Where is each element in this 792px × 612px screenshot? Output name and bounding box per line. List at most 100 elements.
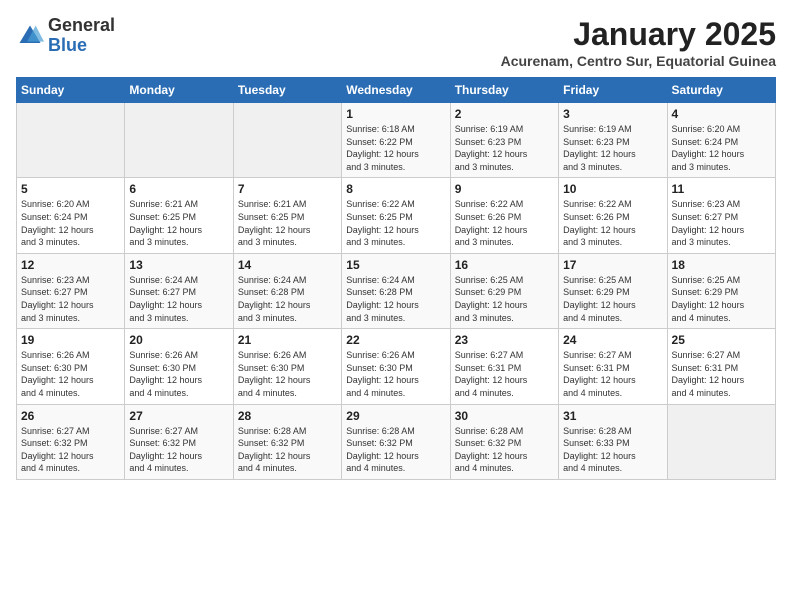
day-info: Sunrise: 6:19 AM Sunset: 6:23 PM Dayligh… — [455, 123, 554, 173]
day-info: Sunrise: 6:25 AM Sunset: 6:29 PM Dayligh… — [563, 274, 662, 324]
weekday-header-wednesday: Wednesday — [342, 78, 450, 103]
weekday-header-thursday: Thursday — [450, 78, 558, 103]
calendar-cell: 20 Sunrise: 6:26 AM Sunset: 6:30 PM Dayli… — [125, 329, 233, 404]
day-info: Sunrise: 6:19 AM Sunset: 6:23 PM Dayligh… — [563, 123, 662, 173]
day-number: 10 — [563, 182, 662, 196]
calendar-cell: 21 Sunrise: 6:26 AM Sunset: 6:30 PM Dayli… — [233, 329, 341, 404]
calendar-cell: 30 Sunrise: 6:28 AM Sunset: 6:32 PM Dayli… — [450, 404, 558, 479]
day-info: Sunrise: 6:28 AM Sunset: 6:32 PM Dayligh… — [238, 425, 337, 475]
day-info: Sunrise: 6:24 AM Sunset: 6:28 PM Dayligh… — [346, 274, 445, 324]
day-number: 17 — [563, 258, 662, 272]
day-number: 15 — [346, 258, 445, 272]
day-number: 9 — [455, 182, 554, 196]
day-info: Sunrise: 6:25 AM Sunset: 6:29 PM Dayligh… — [672, 274, 771, 324]
day-number: 30 — [455, 409, 554, 423]
day-info: Sunrise: 6:18 AM Sunset: 6:22 PM Dayligh… — [346, 123, 445, 173]
calendar-cell — [233, 103, 341, 178]
calendar-week-1: 1 Sunrise: 6:18 AM Sunset: 6:22 PM Daylig… — [17, 103, 776, 178]
day-number: 12 — [21, 258, 120, 272]
day-info: Sunrise: 6:27 AM Sunset: 6:32 PM Dayligh… — [21, 425, 120, 475]
day-number: 2 — [455, 107, 554, 121]
calendar-cell — [125, 103, 233, 178]
calendar-body: 1 Sunrise: 6:18 AM Sunset: 6:22 PM Daylig… — [17, 103, 776, 480]
calendar-cell: 31Sunrise: 6:28 AM Sunset: 6:33 PM Dayli… — [559, 404, 667, 479]
calendar-cell: 17 Sunrise: 6:25 AM Sunset: 6:29 PM Dayli… — [559, 253, 667, 328]
day-info: Sunrise: 6:28 AM Sunset: 6:32 PM Dayligh… — [455, 425, 554, 475]
calendar-cell: 1 Sunrise: 6:18 AM Sunset: 6:22 PM Daylig… — [342, 103, 450, 178]
calendar-cell — [17, 103, 125, 178]
day-info: Sunrise: 6:23 AM Sunset: 6:27 PM Dayligh… — [21, 274, 120, 324]
day-number: 5 — [21, 182, 120, 196]
day-info: Sunrise: 6:27 AM Sunset: 6:31 PM Dayligh… — [672, 349, 771, 399]
calendar-cell: 19 Sunrise: 6:26 AM Sunset: 6:30 PM Dayli… — [17, 329, 125, 404]
calendar-cell: 23Sunrise: 6:27 AM Sunset: 6:31 PM Dayli… — [450, 329, 558, 404]
page-header: General Blue January 2025 Acurenam, Cent… — [16, 16, 776, 69]
location-title: Acurenam, Centro Sur, Equatorial Guinea — [501, 53, 776, 69]
day-number: 6 — [129, 182, 228, 196]
day-info: Sunrise: 6:22 AM Sunset: 6:26 PM Dayligh… — [563, 198, 662, 248]
logo-icon — [16, 22, 44, 50]
calendar-cell: 24Sunrise: 6:27 AM Sunset: 6:31 PM Dayli… — [559, 329, 667, 404]
calendar-cell: 13Sunrise: 6:24 AM Sunset: 6:27 PM Dayli… — [125, 253, 233, 328]
calendar-cell: 6 Sunrise: 6:21 AM Sunset: 6:25 PM Daylig… — [125, 178, 233, 253]
weekday-header-monday: Monday — [125, 78, 233, 103]
calendar-cell: 27Sunrise: 6:27 AM Sunset: 6:32 PM Dayli… — [125, 404, 233, 479]
day-number: 21 — [238, 333, 337, 347]
calendar-cell: 15 Sunrise: 6:24 AM Sunset: 6:28 PM Dayli… — [342, 253, 450, 328]
day-number: 26 — [21, 409, 120, 423]
logo: General Blue — [16, 16, 115, 56]
calendar-week-2: 5 Sunrise: 6:20 AM Sunset: 6:24 PM Daylig… — [17, 178, 776, 253]
day-number: 1 — [346, 107, 445, 121]
calendar-week-5: 26 Sunrise: 6:27 AM Sunset: 6:32 PM Dayli… — [17, 404, 776, 479]
calendar-cell: 10 Sunrise: 6:22 AM Sunset: 6:26 PM Dayli… — [559, 178, 667, 253]
day-info: Sunrise: 6:20 AM Sunset: 6:24 PM Dayligh… — [21, 198, 120, 248]
day-number: 16 — [455, 258, 554, 272]
day-info: Sunrise: 6:23 AM Sunset: 6:27 PM Dayligh… — [672, 198, 771, 248]
day-number: 31 — [563, 409, 662, 423]
day-number: 3 — [563, 107, 662, 121]
calendar-table: SundayMondayTuesdayWednesdayThursdayFrid… — [16, 77, 776, 480]
weekday-header-row: SundayMondayTuesdayWednesdayThursdayFrid… — [17, 78, 776, 103]
day-number: 4 — [672, 107, 771, 121]
day-number: 28 — [238, 409, 337, 423]
calendar-cell: 7 Sunrise: 6:21 AM Sunset: 6:25 PM Daylig… — [233, 178, 341, 253]
calendar-cell: 8 Sunrise: 6:22 AM Sunset: 6:25 PM Daylig… — [342, 178, 450, 253]
day-info: Sunrise: 6:21 AM Sunset: 6:25 PM Dayligh… — [129, 198, 228, 248]
day-number: 20 — [129, 333, 228, 347]
day-number: 19 — [21, 333, 120, 347]
day-info: Sunrise: 6:24 AM Sunset: 6:28 PM Dayligh… — [238, 274, 337, 324]
day-number: 23 — [455, 333, 554, 347]
day-info: Sunrise: 6:26 AM Sunset: 6:30 PM Dayligh… — [238, 349, 337, 399]
calendar-cell: 11 Sunrise: 6:23 AM Sunset: 6:27 PM Dayli… — [667, 178, 775, 253]
month-title: January 2025 — [501, 16, 776, 53]
day-number: 8 — [346, 182, 445, 196]
weekday-header-tuesday: Tuesday — [233, 78, 341, 103]
logo-text: General Blue — [48, 16, 115, 56]
day-info: Sunrise: 6:26 AM Sunset: 6:30 PM Dayligh… — [346, 349, 445, 399]
day-number: 11 — [672, 182, 771, 196]
day-number: 25 — [672, 333, 771, 347]
day-info: Sunrise: 6:21 AM Sunset: 6:25 PM Dayligh… — [238, 198, 337, 248]
day-info: Sunrise: 6:26 AM Sunset: 6:30 PM Dayligh… — [129, 349, 228, 399]
calendar-cell: 12 Sunrise: 6:23 AM Sunset: 6:27 PM Dayli… — [17, 253, 125, 328]
day-number: 27 — [129, 409, 228, 423]
calendar-week-3: 12 Sunrise: 6:23 AM Sunset: 6:27 PM Dayli… — [17, 253, 776, 328]
day-number: 14 — [238, 258, 337, 272]
calendar-cell: 4 Sunrise: 6:20 AM Sunset: 6:24 PM Daylig… — [667, 103, 775, 178]
day-info: Sunrise: 6:22 AM Sunset: 6:25 PM Dayligh… — [346, 198, 445, 248]
day-info: Sunrise: 6:28 AM Sunset: 6:32 PM Dayligh… — [346, 425, 445, 475]
calendar-cell: 5 Sunrise: 6:20 AM Sunset: 6:24 PM Daylig… — [17, 178, 125, 253]
day-number: 7 — [238, 182, 337, 196]
calendar-cell: 22 Sunrise: 6:26 AM Sunset: 6:30 PM Dayli… — [342, 329, 450, 404]
day-info: Sunrise: 6:22 AM Sunset: 6:26 PM Dayligh… — [455, 198, 554, 248]
day-info: Sunrise: 6:20 AM Sunset: 6:24 PM Dayligh… — [672, 123, 771, 173]
calendar-cell: 2 Sunrise: 6:19 AM Sunset: 6:23 PM Daylig… — [450, 103, 558, 178]
weekday-header-saturday: Saturday — [667, 78, 775, 103]
day-number: 22 — [346, 333, 445, 347]
calendar-cell: 26 Sunrise: 6:27 AM Sunset: 6:32 PM Dayli… — [17, 404, 125, 479]
day-info: Sunrise: 6:26 AM Sunset: 6:30 PM Dayligh… — [21, 349, 120, 399]
day-number: 18 — [672, 258, 771, 272]
weekday-header-friday: Friday — [559, 78, 667, 103]
calendar-cell: 18 Sunrise: 6:25 AM Sunset: 6:29 PM Dayli… — [667, 253, 775, 328]
calendar-cell: 28 Sunrise: 6:28 AM Sunset: 6:32 PM Dayli… — [233, 404, 341, 479]
